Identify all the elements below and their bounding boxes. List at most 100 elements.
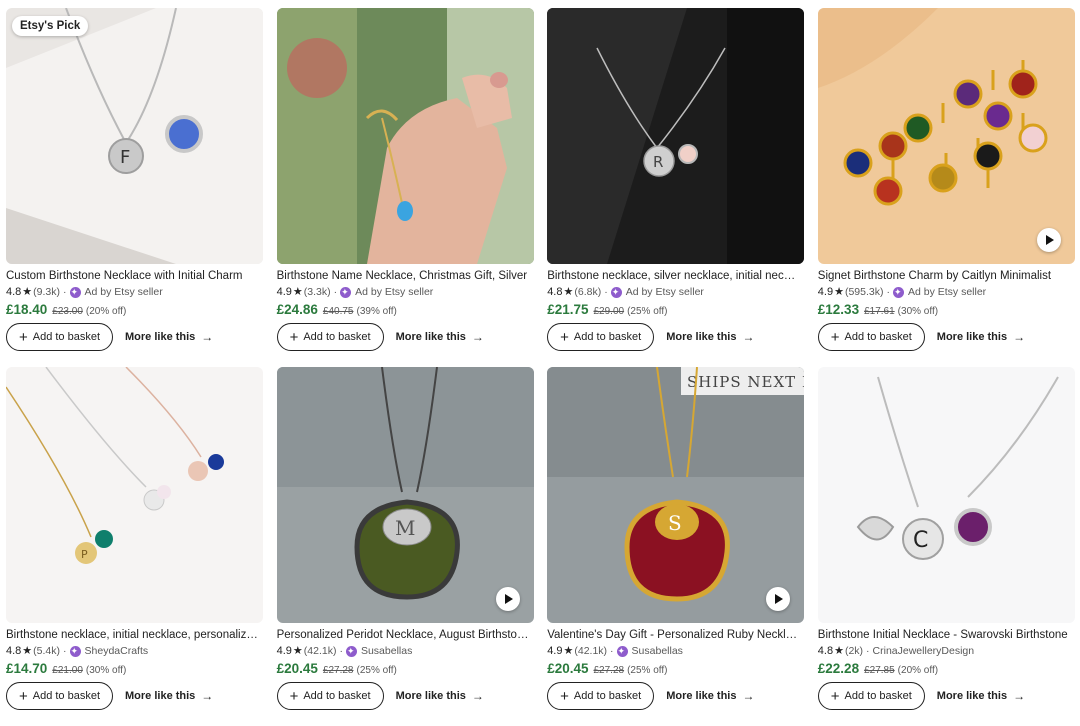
more-like-this-link[interactable]: More like this → bbox=[125, 689, 213, 703]
product-image[interactable]: F Etsy's Pick bbox=[6, 8, 263, 264]
product-image[interactable]: P bbox=[6, 367, 263, 623]
add-to-basket-label: Add to basket bbox=[573, 690, 642, 702]
card-actions: + Add to basket More like this → bbox=[817, 682, 1075, 710]
plus-icon: + bbox=[560, 687, 569, 705]
star-seller-icon bbox=[340, 285, 352, 299]
star-icon: ★ bbox=[292, 286, 303, 298]
product-image[interactable]: SHIPS NEXT D S bbox=[547, 367, 805, 623]
star-seller-icon bbox=[610, 285, 622, 299]
original-price: £29.00 bbox=[593, 306, 625, 317]
sale-price: £20.45 bbox=[276, 661, 318, 676]
more-like-this-link[interactable]: More like this → bbox=[666, 330, 754, 344]
product-meta: 4.8 ★ (9.3k) · Ad by Etsy seller bbox=[6, 285, 263, 299]
product-image[interactable]: C bbox=[817, 367, 1075, 623]
more-like-this-label: More like this bbox=[666, 331, 737, 343]
rating-value: 4.8 bbox=[817, 645, 834, 657]
product-card[interactable]: Birthstone Name Necklace, Christmas Gift… bbox=[276, 8, 534, 367]
svg-text:C: C bbox=[913, 528, 928, 553]
rating-value: 4.8 bbox=[6, 645, 22, 657]
card-actions: + Add to basket More like this → bbox=[547, 323, 804, 351]
separator-dot: · bbox=[886, 286, 890, 298]
more-like-this-link[interactable]: More like this → bbox=[125, 330, 213, 344]
product-title[interactable]: Valentine's Day Gift - Personalized Ruby… bbox=[547, 628, 799, 642]
discount-label: (25% off) bbox=[627, 665, 668, 676]
discount-label: (20% off) bbox=[897, 665, 939, 676]
product-card[interactable]: P Birthstone necklace, initial necklace,… bbox=[6, 367, 263, 726]
product-meta: 4.9 ★ (595.3k) · Ad by Etsy seller bbox=[818, 285, 1075, 299]
product-card[interactable]: R Birthstone necklace, silver necklace, … bbox=[547, 8, 805, 367]
product-card[interactable]: SHIPS NEXT D S Valentine's Day Gift - Pe… bbox=[547, 367, 805, 726]
add-to-basket-button[interactable]: + Add to basket bbox=[817, 323, 925, 351]
play-video-icon[interactable] bbox=[1036, 228, 1061, 252]
product-image[interactable] bbox=[817, 8, 1075, 264]
original-price: £27.28 bbox=[322, 665, 354, 676]
star-icon: ★ bbox=[22, 645, 33, 657]
product-title[interactable]: Birthstone Name Necklace, Christmas Gift… bbox=[277, 269, 529, 283]
more-like-this-link[interactable]: More like this → bbox=[666, 689, 754, 703]
add-to-basket-button[interactable]: + Add to basket bbox=[817, 682, 925, 710]
play-video-icon[interactable] bbox=[495, 587, 520, 611]
more-like-this-link[interactable]: More like this → bbox=[396, 689, 484, 703]
rating-value: 4.8 bbox=[547, 286, 563, 298]
discount-label: (30% off) bbox=[85, 665, 127, 676]
add-to-basket-label: Add to basket bbox=[844, 331, 912, 343]
product-image[interactable]: R bbox=[547, 8, 805, 264]
product-meta: 4.8 ★ (5.4k) · SheydaCrafts bbox=[6, 644, 263, 658]
product-title[interactable]: Birthstone Initial Necklace - Swarovski … bbox=[818, 628, 1070, 642]
rating-value: 4.9 bbox=[276, 645, 292, 657]
sale-price: £24.86 bbox=[276, 302, 318, 317]
product-title[interactable]: Birthstone necklace, silver necklace, in… bbox=[547, 269, 799, 283]
star-icon: ★ bbox=[834, 645, 844, 657]
seller-label: CrinaJewelleryDesign bbox=[872, 645, 975, 657]
arrow-right-icon: → bbox=[201, 689, 214, 703]
add-to-basket-button[interactable]: + Add to basket bbox=[276, 323, 384, 351]
separator-dot: · bbox=[333, 286, 338, 298]
add-to-basket-button[interactable]: + Add to basket bbox=[6, 323, 113, 351]
add-to-basket-button[interactable]: + Add to basket bbox=[276, 682, 384, 710]
play-video-icon[interactable] bbox=[766, 587, 791, 611]
more-like-this-link[interactable]: More like this → bbox=[937, 330, 1025, 344]
arrow-right-icon: → bbox=[742, 689, 755, 703]
product-card[interactable]: M Personalized Peridot Necklace, August … bbox=[276, 367, 534, 726]
add-to-basket-label: Add to basket bbox=[32, 690, 101, 702]
product-meta: 4.8 ★ (2k) · CrinaJewelleryDesign bbox=[818, 644, 1075, 658]
arrow-right-icon: → bbox=[201, 330, 214, 344]
review-count: (9.3k) bbox=[33, 286, 61, 298]
original-price: £27.85 bbox=[864, 665, 895, 676]
product-card[interactable]: Signet Birthstone Charm by Caitlyn Minim… bbox=[817, 8, 1075, 367]
product-title[interactable]: Custom Birthstone Necklace with Initial … bbox=[6, 269, 258, 283]
add-to-basket-label: Add to basket bbox=[573, 331, 642, 343]
price-row: £12.33 £17.61 (30% off) bbox=[818, 302, 1075, 317]
plus-icon: + bbox=[289, 328, 299, 346]
star-seller-icon bbox=[345, 644, 357, 658]
price-row: £14.70 £21.00 (30% off) bbox=[6, 661, 263, 676]
star-seller-icon bbox=[892, 285, 904, 299]
product-title[interactable]: Signet Birthstone Charm by Caitlyn Minim… bbox=[818, 269, 1070, 283]
add-to-basket-button[interactable]: + Add to basket bbox=[6, 682, 113, 710]
product-image[interactable] bbox=[276, 8, 534, 264]
discount-label: (20% off) bbox=[85, 306, 127, 317]
add-to-basket-button[interactable]: + Add to basket bbox=[547, 323, 655, 351]
product-meta: 4.9 ★ (42.1k) · Susabellas bbox=[277, 644, 534, 658]
rating-value: 4.8 bbox=[6, 286, 22, 298]
svg-text:P: P bbox=[81, 548, 88, 561]
product-image[interactable]: M bbox=[276, 367, 534, 623]
product-card[interactable]: C Birthstone Initial Necklace - Swarovsk… bbox=[817, 367, 1075, 726]
original-price: £17.61 bbox=[864, 306, 895, 317]
rating-value: 4.9 bbox=[817, 286, 834, 298]
add-to-basket-button[interactable]: + Add to basket bbox=[547, 682, 655, 710]
product-title[interactable]: Personalized Peridot Necklace, August Bi… bbox=[277, 628, 529, 642]
original-price: £40.75 bbox=[322, 306, 354, 317]
sale-price: £21.75 bbox=[547, 302, 589, 317]
more-like-this-link[interactable]: More like this → bbox=[396, 330, 484, 344]
more-like-this-link[interactable]: More like this → bbox=[937, 689, 1025, 703]
review-count: (5.4k) bbox=[33, 645, 61, 657]
add-to-basket-label: Add to basket bbox=[844, 690, 912, 702]
separator-dot: · bbox=[339, 645, 343, 657]
review-count: (2k) bbox=[844, 645, 864, 657]
product-title[interactable]: Birthstone necklace, initial necklace, p… bbox=[6, 628, 258, 642]
arrow-right-icon: → bbox=[471, 689, 484, 703]
rating-value: 4.9 bbox=[276, 286, 292, 298]
product-card[interactable]: F Etsy's Pick Custom Birthstone Necklace… bbox=[6, 8, 263, 367]
add-to-basket-label: Add to basket bbox=[303, 331, 371, 343]
